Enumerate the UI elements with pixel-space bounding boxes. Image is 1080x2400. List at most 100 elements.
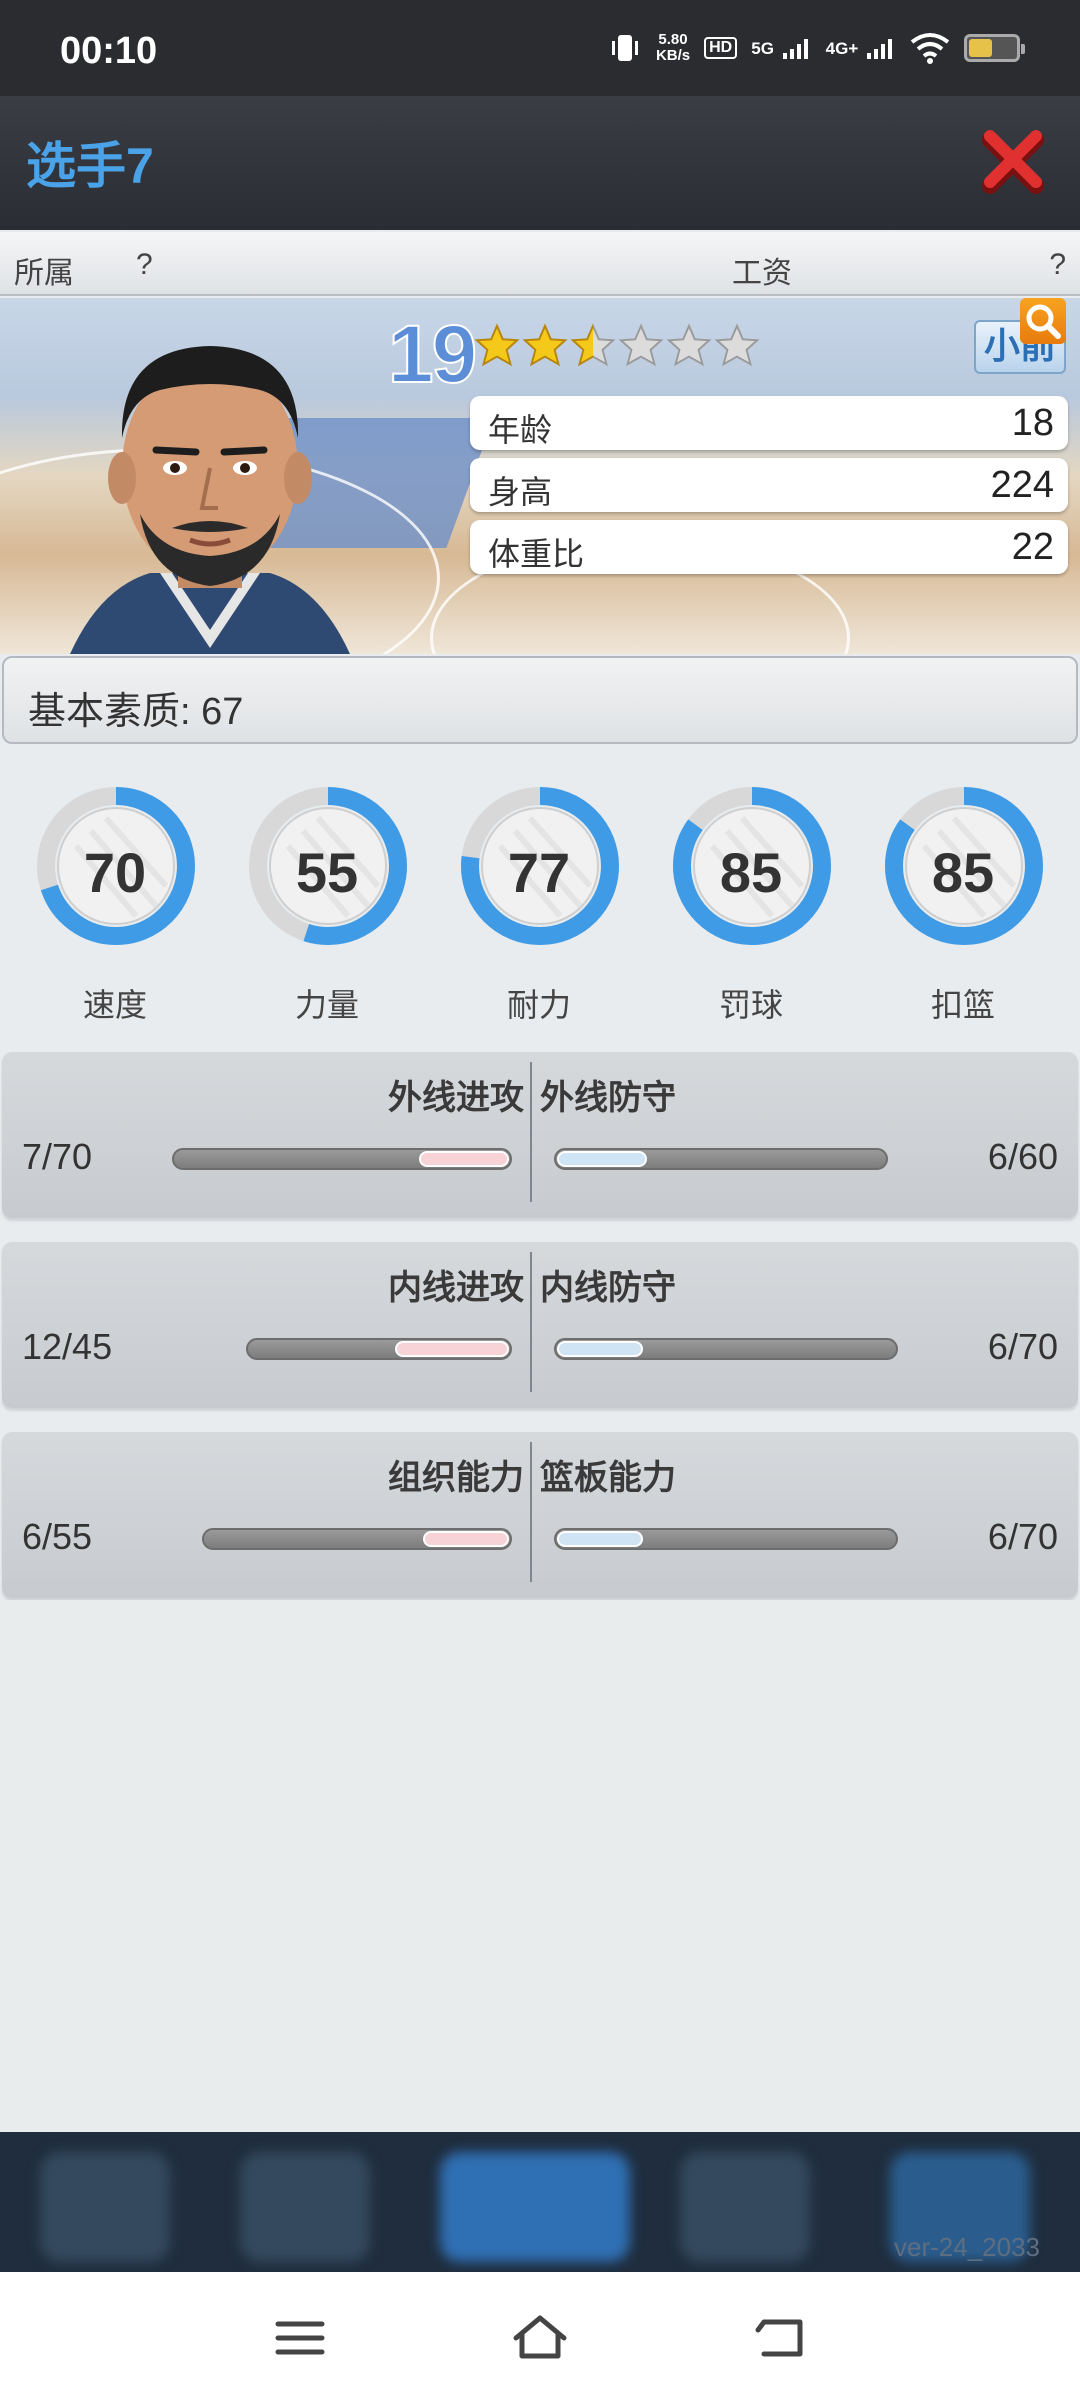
skill-bar-left — [172, 1148, 512, 1170]
skill-panel-inside: 内线进攻 内线防守 12/45 6/70 — [2, 1242, 1078, 1408]
star-icon — [522, 323, 568, 367]
app-header: 选手7 — [0, 96, 1080, 230]
system-nav-bar — [0, 2272, 1080, 2400]
basic-quality-bar: 基本素质: 67 — [2, 656, 1078, 744]
skill-name-right: 外线防守 — [540, 1079, 676, 1117]
status-time: 00:10 — [60, 30, 158, 72]
stat-value: 18 — [1011, 402, 1054, 444]
menu-button[interactable] — [270, 2308, 330, 2368]
close-button[interactable] — [980, 126, 1050, 196]
skill-divider — [530, 1062, 532, 1202]
star-icon — [618, 323, 664, 367]
gauge-1: 55 力量 — [242, 780, 412, 1023]
skill-name-right: 篮板能力 — [540, 1459, 676, 1497]
stat-label: 年龄 — [488, 412, 553, 448]
gauge-label: 扣篮 — [930, 987, 995, 1023]
skill-bar-right — [554, 1528, 898, 1550]
skill-bar-fill — [395, 1341, 509, 1357]
basic-quality-label: 基本素质: 67 — [28, 691, 244, 733]
sim2-signal: 4G+ — [826, 37, 896, 59]
skill-bar-fill — [557, 1151, 647, 1167]
nav-item-blur[interactable] — [440, 2152, 630, 2262]
home-icon — [513, 2315, 567, 2359]
skill-panel-outside: 外线进攻 外线防守 7/70 6/60 — [2, 1052, 1078, 1218]
gauge-value: 55 — [295, 841, 359, 904]
skill-name-right: 内线防守 — [540, 1269, 676, 1307]
search-icon — [1026, 304, 1061, 339]
status-icons: 5.80 KB/s HD 5G 4G+ — [608, 28, 1025, 68]
skill-bar-fill — [557, 1341, 643, 1357]
skill-divider — [530, 1252, 532, 1392]
status-bar: 00:10 5.80 KB/s HD 5G 4G+ — [0, 0, 1080, 96]
nav-item-blur[interactable] — [240, 2152, 370, 2262]
sim1-signal: 5G — [751, 37, 811, 59]
skill-bar-left — [202, 1528, 512, 1550]
stat-weight-ratio: 体重比 22 — [470, 520, 1068, 574]
close-icon — [982, 130, 1044, 194]
affiliation-value: ? — [136, 248, 153, 281]
gauge-4: 85 扣篮 — [878, 780, 1048, 1023]
inspect-button[interactable] — [1020, 298, 1066, 344]
stat-value: 22 — [1011, 526, 1054, 568]
version-label: ver-24_2033 — [894, 2232, 1040, 2262]
salary-value: ? — [1049, 248, 1066, 281]
attribute-gauges: 70 速度 55 力量 77 耐力 85 罚球 85 扣篮 — [0, 780, 1080, 1023]
game-bottom-nav: ver-24_2033 — [0, 2132, 1080, 2272]
star-icon — [714, 323, 760, 367]
skill-value-right: 6/70 — [987, 1516, 1058, 1557]
stat-age: 年龄 18 — [470, 396, 1068, 450]
affiliation-label: 所属 — [14, 257, 74, 290]
skill-value-left: 12/45 — [22, 1326, 113, 1367]
nav-item-blur[interactable] — [680, 2152, 810, 2262]
gauge-value: 77 — [507, 841, 571, 904]
gauge-0: 70 速度 — [30, 780, 200, 1023]
gauge-label: 速度 — [82, 987, 147, 1023]
gauge-label: 耐力 — [506, 987, 571, 1023]
salary-label: 工资 — [732, 257, 792, 290]
gauge-label: 力量 — [294, 987, 359, 1023]
skill-name-left: 内线进攻 — [388, 1269, 524, 1307]
menu-icon — [275, 2321, 325, 2355]
battery-icon — [964, 34, 1025, 62]
skill-bar-fill — [419, 1151, 509, 1167]
star-icon — [474, 323, 520, 367]
signal-bars-icon — [867, 37, 892, 59]
back-icon — [755, 2319, 803, 2357]
stat-label: 身高 — [488, 474, 553, 510]
signal-bars-icon — [782, 37, 808, 59]
vibrate-icon — [611, 35, 638, 61]
skill-bar-fill — [557, 1531, 643, 1547]
player-avatar — [70, 346, 350, 654]
page-title: 选手7 — [26, 138, 154, 194]
home-button[interactable] — [510, 2308, 570, 2368]
player-card: 19 小前 年龄 18 身高 224 体重比 22 — [0, 298, 1080, 654]
stat-value: 224 — [990, 464, 1054, 506]
star-rating — [474, 316, 760, 376]
skill-panel-playmaking: 组织能力 篮板能力 6/55 6/70 — [2, 1432, 1078, 1598]
skill-divider — [530, 1442, 532, 1582]
star-icon — [666, 323, 712, 367]
net-speed: 5.80 KB/s — [655, 31, 691, 64]
nav-item-blur[interactable] — [40, 2152, 170, 2262]
skill-value-right: 6/70 — [987, 1326, 1058, 1367]
back-button[interactable] — [750, 2308, 810, 2368]
skill-name-left: 组织能力 — [388, 1459, 524, 1497]
gauge-3: 85 罚球 — [666, 780, 836, 1023]
skill-bar-right — [554, 1148, 888, 1170]
player-level: 19 — [387, 308, 478, 401]
gauge-label: 罚球 — [718, 987, 783, 1023]
skill-bar-left — [246, 1338, 512, 1360]
skill-value-left: 6/55 — [22, 1516, 93, 1557]
gauge-value: 70 — [83, 841, 147, 904]
stat-label: 体重比 — [488, 536, 585, 572]
skill-bar-right — [554, 1338, 898, 1360]
wifi-icon — [910, 33, 950, 64]
skill-value-left: 7/70 — [22, 1136, 93, 1177]
hd-badge: HD — [704, 37, 738, 59]
content-empty-area — [0, 1600, 1080, 2130]
gauge-value: 85 — [719, 841, 783, 904]
gauge-2: 77 耐力 — [454, 780, 624, 1023]
star-icon — [570, 323, 616, 367]
gauge-value: 85 — [931, 841, 995, 904]
skill-bar-fill — [423, 1531, 509, 1547]
